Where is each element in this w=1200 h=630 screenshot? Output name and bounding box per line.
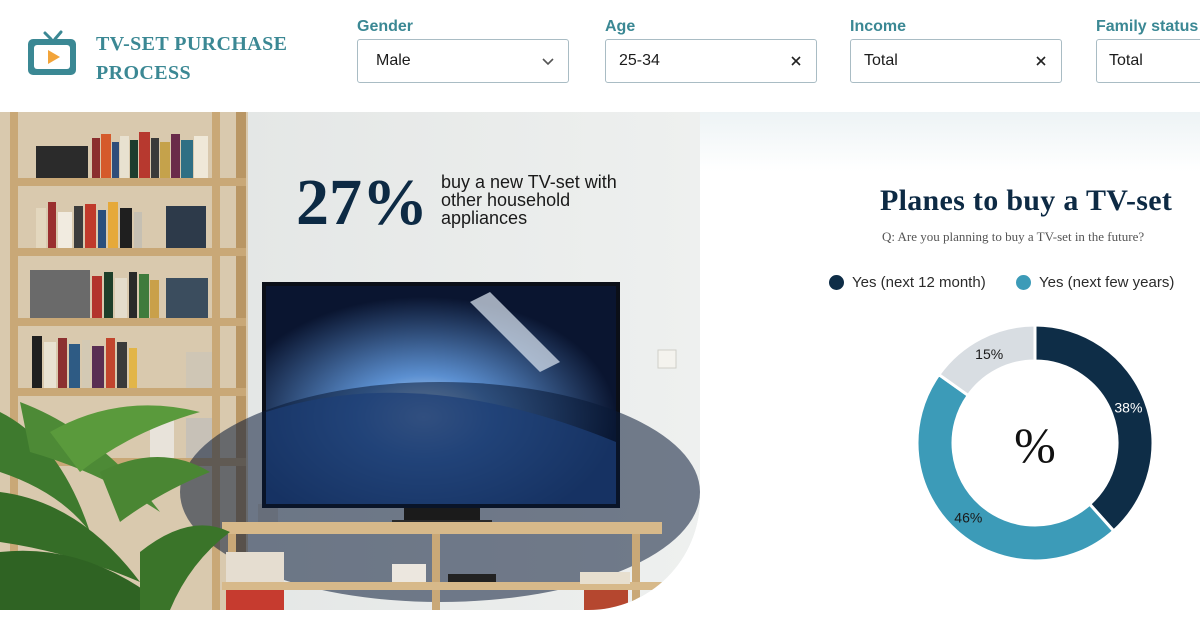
income-value: Total: [864, 52, 898, 69]
family-status-value: Total: [1109, 52, 1143, 69]
filter-gender: Gender Male: [357, 17, 569, 83]
donut-chart: % 38% 46% 15%: [915, 323, 1155, 563]
legend-swatch: [1016, 275, 1031, 290]
stat-description: buy a new TV-set with other household ap…: [441, 172, 617, 228]
income-select[interactable]: Total: [850, 39, 1062, 83]
filter-label-gender: Gender: [357, 18, 414, 35]
gender-select[interactable]: Male: [357, 39, 569, 83]
tv-play-icon: [28, 30, 76, 75]
donut-center-label: %: [1014, 417, 1056, 473]
chevron-down-icon[interactable]: [538, 51, 558, 71]
age-value: 25-34: [619, 52, 660, 69]
filter-label-family-status: Family status: [1096, 18, 1199, 35]
legend-label: Yes (next 12 month): [852, 274, 986, 291]
donut-slice-label-0: 38%: [1114, 399, 1142, 415]
family-status-select[interactable]: Total: [1096, 39, 1200, 83]
stat-value: 27%: [296, 166, 428, 239]
filter-age: Age 25-34: [605, 17, 817, 83]
donut-slice-label-1: 46%: [954, 510, 982, 526]
legend-label: Yes (next few years): [1039, 274, 1175, 291]
chart-subtitle: Q: Are you planning to buy a TV-set in t…: [882, 229, 1145, 244]
age-select[interactable]: 25-34: [605, 39, 817, 83]
gender-value: Male: [376, 52, 411, 69]
bottom-strip: [0, 610, 1200, 630]
header: TV-SET PURCHASE PROCESS Gender Male Age …: [0, 0, 1200, 112]
clear-icon[interactable]: [786, 51, 806, 71]
brand-title: TV-SET PURCHASE PROCESS: [96, 30, 287, 88]
filter-income: Income Total: [850, 17, 1062, 83]
clear-icon[interactable]: [1031, 51, 1051, 71]
chart-title: Planes to buy a TV-set: [880, 184, 1173, 217]
brand-line-2: PROCESS: [96, 62, 192, 84]
filter-label-age: Age: [605, 18, 636, 35]
legend-item-next-few-years: Yes (next few years): [1016, 274, 1174, 291]
legend-swatch: [829, 275, 844, 290]
wall-switch: [657, 349, 677, 369]
chart-panel-background: [700, 112, 1200, 172]
legend-item-next-12-month: Yes (next 12 month): [829, 274, 986, 291]
brand-line-1: TV-SET PURCHASE: [96, 33, 288, 55]
donut-slice-label-2: 15%: [975, 346, 1003, 362]
filter-family-status: Family status Total: [1096, 17, 1200, 83]
filter-label-income: Income: [850, 18, 907, 35]
